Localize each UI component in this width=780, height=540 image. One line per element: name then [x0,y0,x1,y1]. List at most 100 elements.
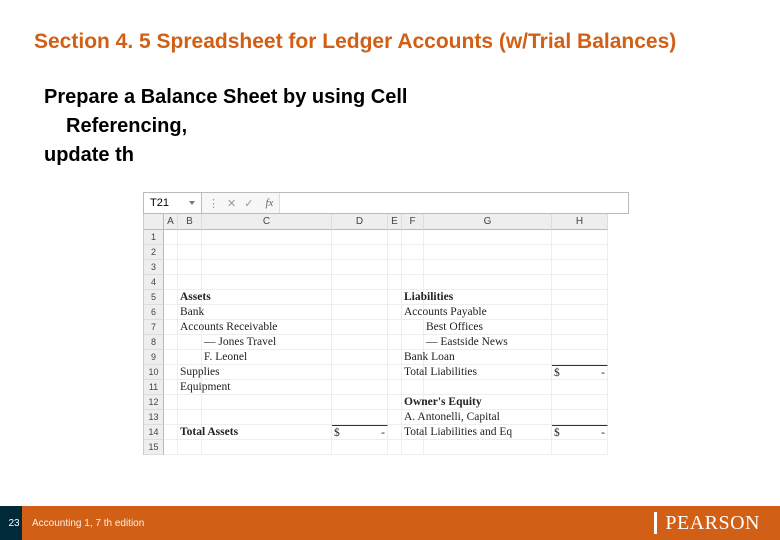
cell[interactable] [552,290,608,305]
cell[interactable] [164,395,178,410]
row-header[interactable]: 8 [144,335,164,350]
cell[interactable] [388,260,402,275]
cell[interactable]: October 31, 20 [164,260,178,275]
cell[interactable] [388,230,402,245]
cell[interactable]: Best Offices [424,320,552,335]
cell[interactable] [424,440,552,455]
cell[interactable] [552,275,608,290]
cell[interactable] [332,395,388,410]
cell[interactable] [164,350,178,365]
cell[interactable] [178,440,202,455]
cell[interactable] [388,245,402,260]
cell[interactable] [424,275,552,290]
cell[interactable] [402,320,424,335]
cell[interactable]: Equipment [178,380,202,395]
cell[interactable]: $- [552,425,608,440]
col-header[interactable]: H [552,214,608,230]
cell[interactable]: Bank [178,305,202,320]
cell[interactable] [552,380,608,395]
cell[interactable]: Balance Sheet [164,245,178,260]
cell[interactable]: Antonelli's Accounting Services [164,230,178,245]
cell[interactable]: Liabilities [402,290,424,305]
cell[interactable] [424,260,552,275]
cell[interactable] [402,335,424,350]
cell[interactable] [178,350,202,365]
cell[interactable] [402,440,424,455]
cell[interactable] [178,230,202,245]
cell[interactable] [388,290,402,305]
cell[interactable] [202,365,332,380]
row-header[interactable]: 7 [144,320,164,335]
col-header[interactable]: G [424,214,552,230]
cell[interactable] [332,305,388,320]
select-all-corner[interactable] [144,214,164,230]
cell[interactable] [332,275,388,290]
cell[interactable] [202,305,332,320]
cell[interactable] [424,350,552,365]
cell[interactable] [424,245,552,260]
col-header[interactable]: D [332,214,388,230]
cell[interactable] [552,410,608,425]
cell[interactable] [164,380,178,395]
confirm-icon[interactable]: ✓ [244,197,253,210]
cell[interactable] [202,380,332,395]
cell[interactable] [164,440,178,455]
cell[interactable] [424,230,552,245]
cell[interactable] [424,365,552,380]
row-header[interactable]: 9 [144,350,164,365]
cell[interactable] [332,410,388,425]
cell[interactable] [402,275,424,290]
cell[interactable] [164,290,178,305]
cell[interactable]: $- [332,425,388,440]
cell[interactable] [164,320,178,335]
col-header[interactable]: E [388,214,402,230]
cell[interactable] [332,350,388,365]
cell[interactable]: Owner's Equity [402,395,424,410]
cell[interactable] [552,395,608,410]
cancel-icon[interactable]: ✕ [227,197,236,210]
cell[interactable] [178,410,202,425]
cell[interactable] [552,440,608,455]
cell[interactable] [332,260,388,275]
cell[interactable] [552,245,608,260]
fx-icon[interactable]: fx [261,197,273,209]
cell[interactable] [552,305,608,320]
cell[interactable] [202,230,332,245]
cell[interactable] [552,335,608,350]
cell[interactable]: Total Liabilities [402,365,424,380]
cell[interactable] [178,245,202,260]
cell[interactable] [178,335,202,350]
cell[interactable] [388,380,402,395]
cell[interactable] [202,245,332,260]
cell[interactable] [164,335,178,350]
cell[interactable] [388,320,402,335]
cell[interactable] [424,305,552,320]
cell[interactable] [332,230,388,245]
cell[interactable] [202,425,332,440]
cell[interactable]: Accounts Receivable [178,320,202,335]
cell[interactable]: Total Assets [178,425,202,440]
cell[interactable] [178,275,202,290]
cell[interactable] [552,260,608,275]
cell[interactable]: A. Antonelli, Capital [402,410,424,425]
col-header[interactable]: F [402,214,424,230]
row-header[interactable]: 5 [144,290,164,305]
cell[interactable] [164,305,178,320]
cell[interactable] [388,395,402,410]
cell[interactable] [552,230,608,245]
cell[interactable]: F. Leonel [202,350,332,365]
cell[interactable] [388,275,402,290]
cell[interactable] [388,440,402,455]
cell[interactable] [552,320,608,335]
cell[interactable] [424,425,552,440]
cell[interactable] [424,290,552,305]
cell[interactable] [202,260,332,275]
cell[interactable] [402,230,424,245]
cell[interactable] [164,275,178,290]
cell[interactable]: Assets [178,290,202,305]
cell[interactable] [388,410,402,425]
cell[interactable] [332,380,388,395]
cell[interactable] [332,365,388,380]
cell[interactable] [424,395,552,410]
cell[interactable]: Accounts Payable [402,305,424,320]
